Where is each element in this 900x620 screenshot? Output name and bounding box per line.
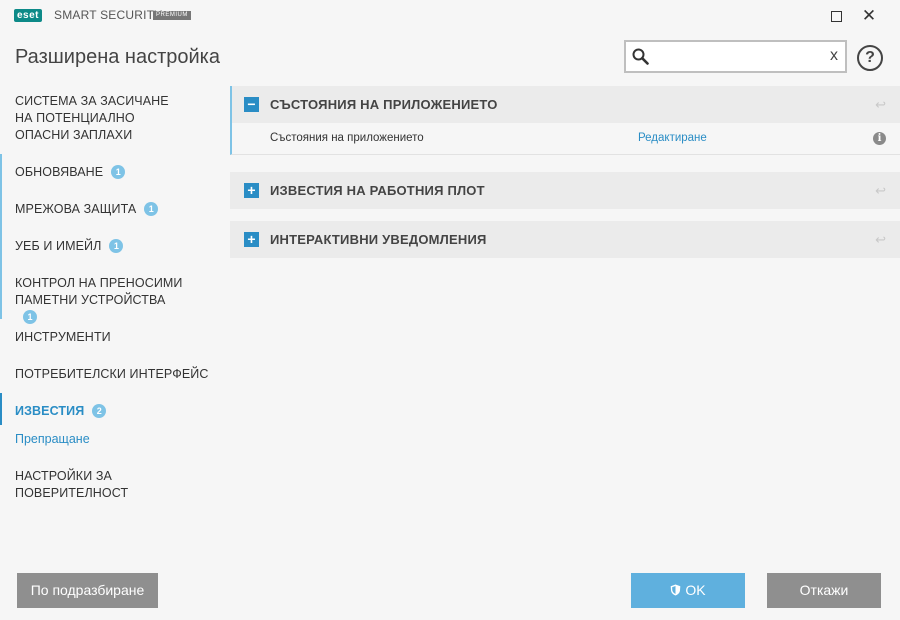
maximize-icon — [830, 10, 842, 22]
page-title: Разширена настройка — [15, 46, 220, 68]
expand-icon[interactable]: + — [244, 232, 259, 247]
sidebar-item-network-protection[interactable]: МРЕЖОВА ЗАЩИТА 1 — [0, 191, 225, 228]
sidebar-item-label: ОБНОВЯВАНЕ — [15, 165, 104, 179]
sidebar-badge: 1 — [144, 202, 159, 216]
sidebar-item-privacy-settings[interactable]: НАСТРОЙКИ ЗА ПОВЕРИТЕЛНОСТ — [0, 459, 170, 509]
sidebar-item-label: ИНСТРУМЕНТИ — [15, 330, 111, 344]
expand-icon[interactable]: + — [244, 183, 259, 198]
section-interactive-alerts[interactable]: + ИНТЕРАКТИВНИ УВЕДОМЛЕНИЯ ↩ — [230, 221, 900, 258]
edit-link[interactable]: Редактиране — [638, 132, 707, 144]
eset-logo: eset — [14, 9, 43, 22]
maximize-button[interactable] — [823, 4, 849, 28]
collapse-icon[interactable]: − — [244, 97, 259, 112]
sidebar-subitem-forwarding[interactable]: Препращане — [0, 425, 225, 459]
setting-row-app-statuses: Състояния на приложението Редактиране i — [230, 123, 900, 155]
sidebar: СИСТЕМА ЗА ЗАСИЧАНЕ НА ПОТЕНЦИАЛНО ОПАСН… — [0, 86, 225, 509]
ok-button-label: OK — [685, 582, 706, 598]
info-icon[interactable]: i — [873, 132, 886, 145]
help-icon[interactable]: ? — [857, 45, 883, 71]
section-title: ИНТЕРАКТИВНИ УВЕДОМЛЕНИЯ — [270, 232, 487, 247]
clear-search-icon[interactable]: x — [830, 47, 838, 65]
search-input[interactable] — [654, 46, 814, 67]
section-title: ИЗВЕСТИЯ НА РАБОТНИЯ ПЛОТ — [270, 183, 485, 198]
sidebar-item-tools[interactable]: ИНСТРУМЕНТИ — [0, 319, 225, 356]
sidebar-item-label: УЕБ И ИМЕЙЛ — [15, 239, 102, 253]
search-icon — [632, 48, 649, 65]
reset-icon[interactable]: ↩ — [875, 232, 886, 248]
section-desktop-notifications[interactable]: + ИЗВЕСТИЯ НА РАБОТНИЯ ПЛОТ ↩ — [230, 172, 900, 209]
section-app-statuses[interactable]: − СЪСТОЯНИЯ НА ПРИЛОЖЕНИЕТО ↩ — [230, 86, 900, 123]
shield-icon — [671, 584, 681, 596]
sidebar-item-notifications[interactable]: ИЗВЕСТИЯ 2 — [0, 393, 225, 425]
sidebar-item-threat-detection[interactable]: СИСТЕМА ЗА ЗАСИЧАНЕ НА ПОТЕНЦИАЛНО ОПАСН… — [0, 86, 200, 148]
ok-button[interactable]: OK — [631, 573, 745, 608]
product-name: SMART SECURITY — [54, 8, 163, 22]
sidebar-item-update[interactable]: ОБНОВЯВАНЕ 1 — [0, 154, 225, 191]
main-panel: − СЪСТОЯНИЯ НА ПРИЛОЖЕНИЕТО ↩ Състояния … — [230, 86, 900, 258]
reset-icon[interactable]: ↩ — [875, 97, 886, 113]
search-box[interactable]: x — [624, 40, 847, 73]
close-icon: ✕ — [861, 6, 877, 25]
section-title: СЪСТОЯНИЯ НА ПРИЛОЖЕНИЕТО — [270, 97, 498, 112]
title-bar: eset SMART SECURITY PREMIUM ✕ — [0, 0, 900, 32]
sidebar-item-label: ПОТРЕБИТЕЛСКИ ИНТЕРФЕЙС — [15, 367, 209, 381]
sidebar-item-label: СИСТЕМА ЗА ЗАСИЧАНЕ НА ПОТЕНЦИАЛНО ОПАСН… — [15, 94, 169, 142]
setting-label: Състояния на приложението — [270, 132, 424, 144]
sidebar-item-label: ИЗВЕСТИЯ — [15, 404, 85, 418]
sidebar-badge: 1 — [111, 165, 126, 179]
sidebar-item-label: НАСТРОЙКИ ЗА ПОВЕРИТЕЛНОСТ — [15, 469, 129, 500]
default-button[interactable]: По подразбиране — [17, 573, 158, 608]
sidebar-badge: 2 — [92, 404, 107, 418]
sidebar-item-label: КОНТРОЛ НА ПРЕНОСИМИ ПАМЕТНИ УСТРОЙСТВА — [15, 276, 183, 307]
close-window-button[interactable]: ✕ — [856, 4, 882, 28]
sidebar-item-user-interface[interactable]: ПОТРЕБИТЕЛСКИ ИНТЕРФЕЙС — [0, 356, 225, 393]
sidebar-badge: 1 — [109, 239, 124, 253]
product-edition-badge: PREMIUM — [153, 11, 191, 20]
cancel-button[interactable]: Откажи — [767, 573, 881, 608]
reset-icon[interactable]: ↩ — [875, 183, 886, 199]
sidebar-item-device-control[interactable]: КОНТРОЛ НА ПРЕНОСИМИ ПАМЕТНИ УСТРОЙСТВА1 — [0, 265, 200, 324]
sidebar-item-web-email[interactable]: УЕБ И ИМЕЙЛ 1 — [0, 228, 225, 265]
sidebar-item-label: МРЕЖОВА ЗАЩИТА — [15, 202, 137, 216]
